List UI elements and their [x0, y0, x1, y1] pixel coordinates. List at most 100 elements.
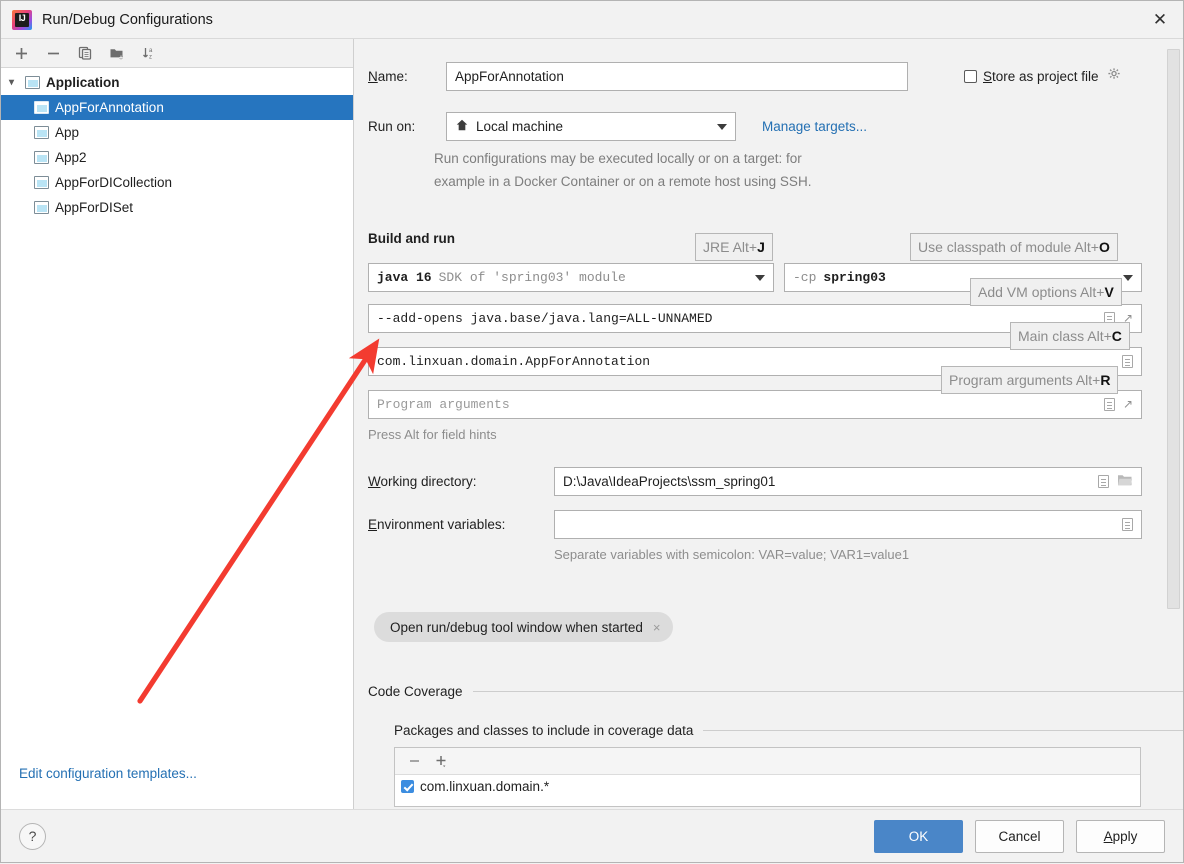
svg-text:z: z: [149, 55, 152, 61]
manage-targets-link[interactable]: Manage targets...: [762, 119, 867, 134]
working-directory-label: Working directory:: [368, 474, 477, 489]
coverage-table: com.linxuan.domain.*: [394, 747, 1141, 807]
configuration-icon: [34, 151, 49, 164]
tree-item-label: App: [55, 125, 80, 140]
apply-button[interactable]: Apply: [1076, 819, 1165, 853]
svg-text:a: a: [149, 48, 153, 54]
edit-configuration-templates-link[interactable]: Edit configuration templates...: [19, 766, 197, 781]
store-as-project-file-checkbox[interactable]: [964, 69, 977, 83]
tree-group-application[interactable]: ▾ Application: [1, 70, 353, 95]
footer-buttons: OK Cancel Apply: [874, 819, 1165, 853]
gear-icon[interactable]: [1107, 67, 1122, 85]
working-directory-input[interactable]: D:\Java\IdeaProjects\ssm_spring01: [554, 467, 1142, 496]
working-directory-field-icons: [1098, 473, 1133, 490]
program-arguments-input[interactable]: Program arguments ↗: [368, 390, 1142, 419]
coverage-packages-title: Packages and classes to include in cover…: [394, 723, 694, 738]
configuration-editor-panel: Name: AppForAnnotation Store as project …: [354, 39, 1183, 809]
program-arguments-placeholder: Program arguments: [377, 397, 510, 412]
application-icon: [25, 76, 40, 89]
browse-class-icon[interactable]: [1122, 355, 1133, 368]
store-as-project-file-label: Store as project file: [983, 68, 1099, 84]
sort-alphabetically-icon[interactable]: az: [135, 41, 163, 65]
tree-item-appfordiset[interactable]: AppForDISet: [1, 195, 353, 220]
chevron-down-icon[interactable]: ▾: [9, 77, 23, 88]
run-on-combobox[interactable]: Local machine: [446, 112, 736, 141]
configurations-panel: az ▾ Application AppForAnnotation App Ap…: [1, 39, 354, 809]
remove-configuration-icon[interactable]: [39, 41, 67, 65]
chip-label: Open run/debug tool window when started: [390, 619, 643, 635]
field-hint-program-arguments: Program arguments Alt+ R: [941, 366, 1119, 394]
working-directory-row: Working directory: D:\Java\IdeaProjects\…: [368, 467, 1142, 496]
divider: [472, 691, 1183, 692]
environment-variables-hint: Separate variables with semicolon: VAR=v…: [554, 547, 910, 562]
configuration-icon: [34, 101, 49, 114]
insert-macro-icon[interactable]: [1098, 475, 1109, 488]
coverage-packages-header: Packages and classes to include in cover…: [394, 723, 1183, 738]
run-debug-configurations-dialog: IJ Run/Debug Configurations ✕ a z ▾ Appl…: [0, 0, 1184, 863]
run-on-row: Run on: Local machine Manage targets...: [368, 112, 867, 141]
field-hint-jre: JRE Alt+ J: [695, 233, 773, 261]
program-arguments-field-icons: ↗: [1103, 397, 1133, 412]
chevron-down-icon[interactable]: [717, 123, 727, 130]
name-input[interactable]: AppForAnnotation: [446, 62, 908, 91]
dialog-body: az ▾ Application AppForAnnotation App Ap…: [1, 39, 1183, 809]
tree-item-label: App2: [55, 150, 87, 165]
edit-variables-icon[interactable]: [1122, 518, 1133, 531]
chevron-down-icon[interactable]: [1123, 274, 1133, 281]
tree-group-label: Application: [46, 75, 120, 90]
add-configuration-icon[interactable]: [7, 41, 35, 65]
environment-variables-input[interactable]: [554, 510, 1142, 539]
coverage-row-label: com.linxuan.domain.*: [420, 778, 550, 794]
vertical-scrollbar[interactable]: [1167, 49, 1180, 609]
divider: [703, 730, 1183, 731]
code-coverage-title: Code Coverage: [368, 684, 463, 699]
browse-folder-icon[interactable]: [1117, 473, 1133, 490]
jre-version: java 16: [377, 270, 432, 285]
copy-configuration-icon[interactable]: [71, 41, 99, 65]
dialog-footer: ? OK Cancel Apply: [1, 809, 1183, 862]
ok-button[interactable]: OK: [874, 819, 963, 853]
tree-item-label: AppForDISet: [55, 200, 134, 215]
configurations-tree: ▾ Application AppForAnnotation App App2: [1, 68, 353, 809]
classpath-module: spring03: [823, 270, 886, 285]
close-icon[interactable]: ✕: [1137, 1, 1183, 38]
new-folder-icon[interactable]: [103, 41, 131, 65]
tree-item-app[interactable]: App: [1, 120, 353, 145]
environment-variables-row: Environment variables:: [368, 510, 1142, 539]
name-label: Name:: [368, 69, 408, 84]
run-on-description: Run configurations may be executed local…: [434, 151, 812, 189]
configuration-icon: [34, 201, 49, 214]
help-button[interactable]: ?: [19, 822, 46, 850]
tree-item-app2[interactable]: App2: [1, 145, 353, 170]
environment-variables-label: Environment variables:: [368, 517, 506, 532]
expand-icon[interactable]: ↗: [1123, 397, 1133, 412]
open-tool-window-chip[interactable]: Open run/debug tool window when started …: [374, 612, 673, 642]
tree-item-label: AppForDICollection: [55, 175, 173, 190]
jre-combobox[interactable]: java 16 SDK of 'spring03' module: [368, 263, 774, 292]
remove-package-icon[interactable]: [403, 750, 427, 772]
home-icon: [455, 118, 469, 135]
press-alt-hint: Press Alt for field hints: [368, 427, 497, 442]
chevron-down-icon[interactable]: [755, 274, 765, 281]
coverage-table-row[interactable]: com.linxuan.domain.*: [395, 775, 1140, 797]
main-class-field-icons: [1122, 355, 1133, 368]
tree-item-appfordicollection[interactable]: AppForDICollection: [1, 170, 353, 195]
store-as-project-file-row[interactable]: Store as project file: [964, 67, 1122, 85]
configurations-toolbar: az: [1, 39, 353, 68]
build-and-run-title: Build and run: [368, 231, 455, 246]
title-bar: IJ Run/Debug Configurations ✕: [1, 1, 1183, 39]
close-icon[interactable]: ×: [653, 620, 661, 635]
code-coverage-header: Code Coverage Modify ˅: [368, 684, 1183, 699]
cancel-button[interactable]: Cancel: [975, 819, 1064, 853]
run-on-label: Run on:: [368, 119, 416, 134]
insert-macro-icon[interactable]: [1103, 398, 1115, 411]
intellij-idea-icon: IJ: [12, 9, 32, 30]
field-hint-vm-options: Add VM options Alt+ V: [970, 278, 1122, 306]
name-row: Name: AppForAnnotation: [368, 62, 908, 91]
add-package-icon[interactable]: [429, 750, 453, 772]
tree-item-appforannotation[interactable]: AppForAnnotation: [1, 95, 353, 120]
field-hint-classpath: Use classpath of module Alt+ O: [910, 233, 1118, 261]
tree-item-label: AppForAnnotation: [55, 100, 164, 115]
coverage-row-checkbox[interactable]: [401, 779, 414, 793]
environment-variables-field-icons: [1122, 518, 1133, 531]
